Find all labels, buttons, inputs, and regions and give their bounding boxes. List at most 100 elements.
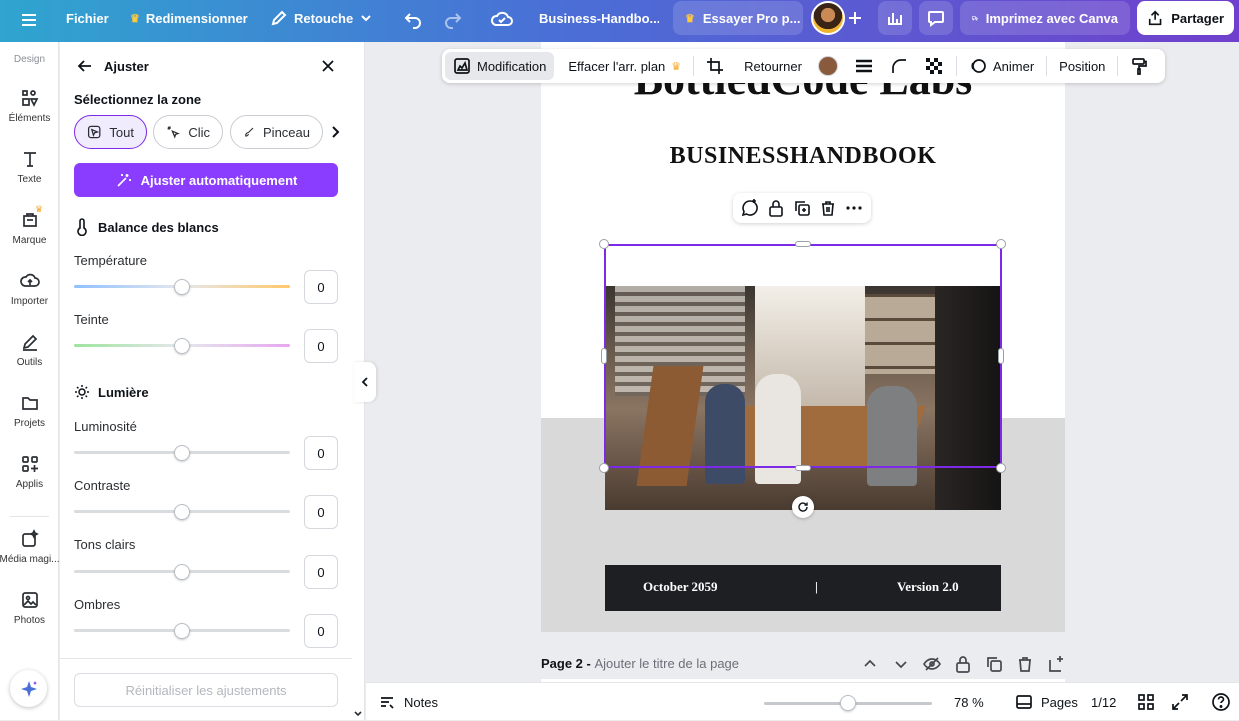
zone-title: Sélectionnez la zone: [74, 92, 202, 107]
rail-item-projects[interactable]: Projets: [0, 393, 59, 429]
add-page-icon[interactable]: [1046, 654, 1066, 674]
zoom-level-button[interactable]: 78 %: [954, 683, 984, 721]
rail-item-text[interactable]: Texte: [0, 149, 59, 185]
border-style-button[interactable]: [846, 52, 882, 80]
zone-chip-click[interactable]: Clic: [153, 115, 223, 149]
resize-handle[interactable]: [795, 241, 811, 247]
brightness-value-input[interactable]: 0: [304, 436, 338, 470]
rail-item-upload[interactable]: Importer: [0, 271, 59, 307]
contrast-value-input[interactable]: 0: [304, 495, 338, 529]
zone-chip-brush[interactable]: Pinceau: [230, 115, 323, 149]
more-options-icon[interactable]: [844, 198, 864, 218]
rail-item-brand[interactable]: ♛ Marque: [0, 204, 59, 246]
expand-icon: [1172, 694, 1188, 710]
rail-item-elements[interactable]: Éléments: [0, 88, 59, 124]
magic-assistant-button[interactable]: [10, 670, 47, 707]
thermometer-icon: [77, 218, 87, 236]
slider-thumb[interactable]: [174, 623, 190, 639]
slider-thumb[interactable]: [174, 445, 190, 461]
cloud-save-icon[interactable]: [490, 8, 514, 30]
zoom-slider[interactable]: [764, 695, 932, 711]
zone-chip-all[interactable]: Tout: [74, 115, 147, 149]
tint-value-input[interactable]: 0: [304, 329, 338, 363]
add-comment-icon[interactable]: [740, 198, 760, 218]
back-arrow-icon[interactable]: [76, 57, 94, 80]
element-floating-toolbar: [733, 193, 871, 223]
slider-thumb[interactable]: [174, 279, 190, 295]
help-button[interactable]: [1211, 683, 1231, 721]
file-menu[interactable]: Fichier: [66, 11, 109, 26]
lock-icon[interactable]: [953, 654, 973, 674]
resize-handle[interactable]: [795, 465, 811, 471]
highlights-value-input[interactable]: 0: [304, 555, 338, 589]
document-title[interactable]: Business-Handbo...: [539, 11, 659, 26]
trash-icon[interactable]: [818, 198, 838, 218]
chevron-up-icon[interactable]: [860, 654, 880, 674]
hamburger-menu-icon[interactable]: [18, 9, 40, 31]
temperature-value-input[interactable]: 0: [304, 270, 338, 304]
color-swatch-button[interactable]: [810, 52, 846, 80]
notes-button[interactable]: Notes: [378, 683, 438, 721]
shadows-value-input[interactable]: 0: [304, 614, 338, 648]
remove-background-button[interactable]: Effacer l'arr. plan ♛: [560, 52, 689, 80]
retouch-button[interactable]: Retouche: [270, 9, 373, 27]
resize-handle[interactable]: [998, 348, 1004, 364]
comments-button[interactable]: [919, 1, 953, 35]
resize-button[interactable]: ♛ Redimensionner: [130, 11, 248, 26]
text-icon: [23, 152, 36, 167]
rotate-handle[interactable]: [792, 496, 814, 518]
sun-icon: [75, 385, 89, 399]
duplicate-page-icon[interactable]: [984, 654, 1004, 674]
duplicate-icon[interactable]: [792, 198, 812, 218]
flip-button[interactable]: Retourner: [736, 52, 810, 80]
resize-handle[interactable]: [996, 239, 1006, 249]
insights-button[interactable]: [878, 1, 912, 35]
redo-button[interactable]: [442, 8, 464, 30]
transparency-button[interactable]: [916, 52, 952, 80]
hide-eye-icon[interactable]: [922, 654, 942, 674]
auto-adjust-button[interactable]: Ajuster automatiquement: [74, 163, 338, 197]
copy-style-button[interactable]: [1122, 52, 1156, 80]
user-avatar[interactable]: [811, 1, 845, 35]
page-title-input[interactable]: Ajouter le titre de la page: [594, 656, 739, 671]
animate-button[interactable]: Animer: [961, 52, 1042, 80]
team-meeting-photo[interactable]: [605, 286, 1001, 510]
reset-adjustments-button[interactable]: Réinitialiser les ajustements: [74, 673, 338, 707]
magic-media-icon: [21, 529, 39, 547]
grid-icon: [1138, 694, 1154, 710]
page-subheading[interactable]: BUSINESSHANDBOOK: [541, 143, 1065, 170]
slider-thumb[interactable]: [174, 564, 190, 580]
chevron-down-icon[interactable]: [891, 654, 911, 674]
design-page[interactable]: BottledCode Labs BUSINESSHANDBOOK Octobe…: [541, 42, 1065, 632]
edit-image-button[interactable]: Modification: [445, 52, 555, 80]
close-icon[interactable]: [319, 57, 337, 80]
fullscreen-button[interactable]: [1171, 683, 1189, 721]
slider-thumb[interactable]: [174, 504, 190, 520]
chevron-right-icon[interactable]: [328, 124, 342, 145]
lock-icon[interactable]: [766, 198, 786, 218]
slider-thumb[interactable]: [174, 338, 190, 354]
collapse-panel-tab[interactable]: [354, 362, 376, 402]
resize-handle[interactable]: [601, 348, 607, 364]
try-pro-button[interactable]: ♛ Essayer Pro p...: [673, 1, 803, 35]
pages-button[interactable]: Pages: [1015, 683, 1078, 721]
rail-design-label[interactable]: Design: [0, 54, 59, 65]
footer-band[interactable]: October 2059 | Version 2.0: [605, 565, 1001, 611]
rail-item-magic-media[interactable]: Média magi...: [0, 529, 60, 565]
rail-item-photos[interactable]: Photos: [0, 590, 59, 626]
rail-item-tools[interactable]: Outils: [0, 332, 59, 368]
resize-handle[interactable]: [599, 463, 609, 473]
share-button[interactable]: Partager: [1137, 1, 1234, 35]
undo-button[interactable]: [402, 8, 424, 30]
trash-icon[interactable]: [1015, 654, 1035, 674]
print-with-canva-button[interactable]: Imprimez avec Canva: [960, 1, 1130, 35]
zoom-slider-thumb[interactable]: [840, 695, 856, 711]
crop-button[interactable]: [698, 52, 732, 80]
position-button[interactable]: Position: [1051, 52, 1113, 80]
resize-handle[interactable]: [599, 239, 609, 249]
resize-handle[interactable]: [996, 463, 1006, 473]
rail-item-apps[interactable]: Applis: [0, 454, 59, 490]
grid-view-button[interactable]: [1137, 683, 1155, 721]
add-collaborator-icon[interactable]: [846, 8, 864, 28]
corner-rounding-button[interactable]: [882, 52, 916, 80]
